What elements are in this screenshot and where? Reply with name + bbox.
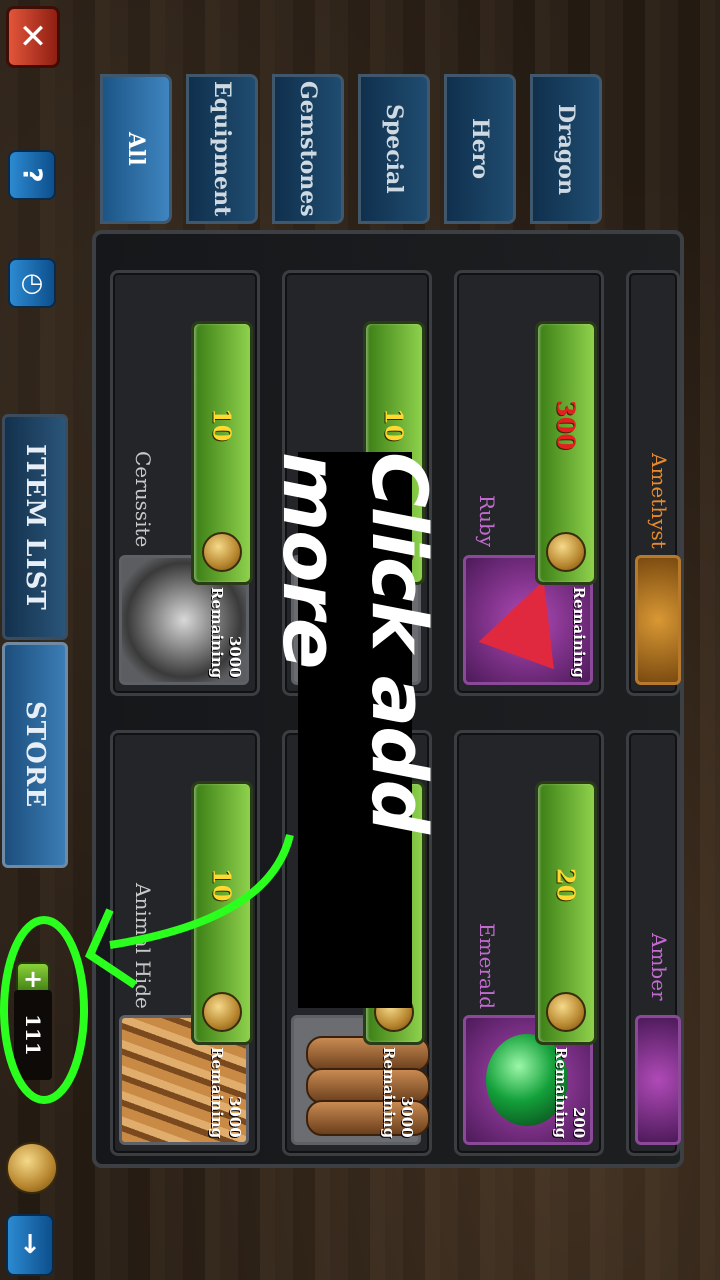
annotation-circle xyxy=(0,916,88,1104)
annotation-arrow xyxy=(109,834,294,949)
annotation-drawing xyxy=(0,834,294,1104)
